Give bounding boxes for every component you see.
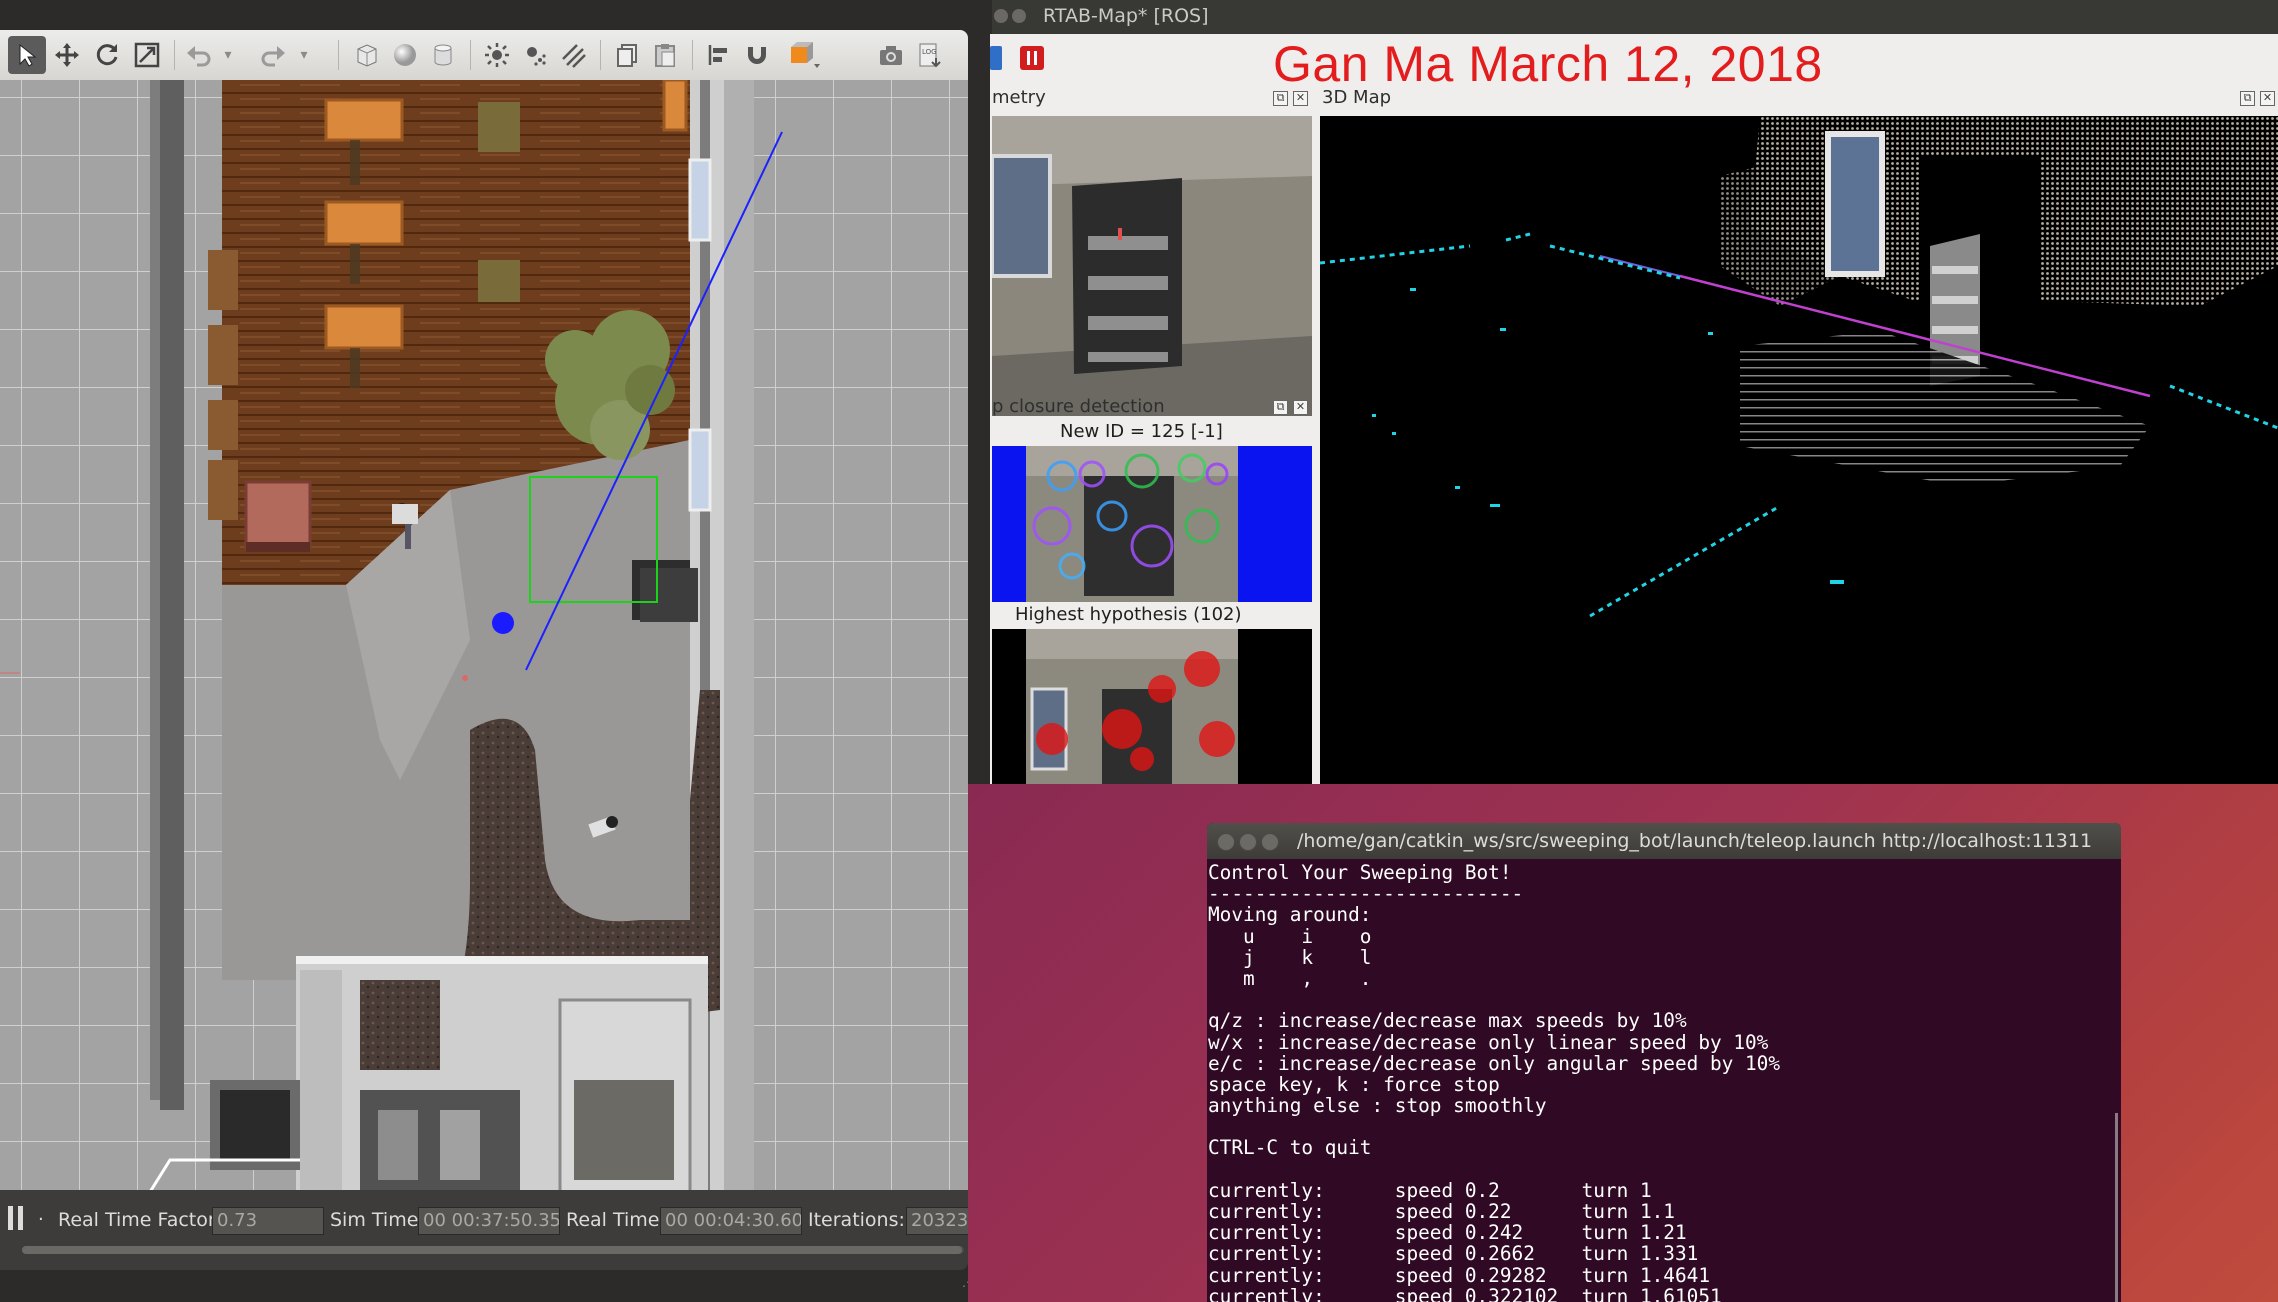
svg-text:LOG: LOG (922, 48, 937, 56)
hypothesis-label: Highest hypothesis (102) (1015, 604, 1242, 625)
overlay-title: Gan Ma March 12, 2018 (1273, 36, 1823, 92)
loop-closure-dock-title: p closure detection (992, 396, 1165, 417)
new-id-label: New ID = 125 [-1] (1060, 421, 1223, 442)
terminal-line: Control Your Sweeping Bot! (1208, 861, 1512, 884)
terminal-title-bar: /home/gan/catkin_ws/src/sweeping_bot/lau… (1207, 823, 2121, 859)
loop-closure-hypothesis-image (992, 629, 1312, 784)
minimize-icon[interactable] (1239, 833, 1257, 851)
dock-float-icon[interactable]: ⧉ (1273, 400, 1288, 415)
select-arrow-icon[interactable] (8, 36, 46, 74)
terminal-line: e/c : increase/decrease only angular spe… (1208, 1051, 1781, 1075)
rtab-main-window: Gan Ma March 12, 2018 metry ⧉ ✕ p closur… (990, 34, 2278, 784)
pause-icon[interactable] (1020, 46, 1044, 70)
sim-time-value: 00 00:37:50.351 (418, 1207, 560, 1235)
pause-button[interactable] (8, 1206, 26, 1230)
terminal-line: space key, k : force stop (1208, 1072, 1500, 1096)
sim-time-label: Sim Time: (330, 1209, 425, 1231)
maximize-icon[interactable] (1261, 833, 1279, 851)
terminal-line: u i o (1208, 924, 1372, 948)
terminal-line: currently: speed 0.22 turn 1.1 (1208, 1200, 1675, 1223)
terminal-line: currently: speed 0.2 turn 1 (1208, 1178, 1652, 1202)
terminal-line: Moving around: (1208, 903, 1372, 927)
snap-magnet-icon[interactable] (738, 36, 776, 74)
spot-light-icon[interactable] (516, 36, 554, 74)
translate-arrows-icon[interactable] (48, 36, 86, 74)
iterations-value: 20323( (906, 1207, 968, 1235)
dock-float-icon[interactable]: ⧉ (2240, 91, 2255, 106)
terminal-window[interactable]: /home/gan/catkin_ws/src/sweeping_bot/lau… (1207, 823, 2121, 1302)
dock-close-icon[interactable]: ✕ (2260, 91, 2275, 106)
dock-close-icon[interactable]: ✕ (1293, 91, 1308, 106)
camera-icon[interactable] (872, 36, 910, 74)
log-icon[interactable]: LOG (910, 36, 948, 74)
gazebo-3d-viewport[interactable] (0, 80, 968, 1240)
cylinder-shape-icon[interactable] (424, 36, 462, 74)
redo-dropdown-icon[interactable]: ▾ (296, 36, 312, 74)
terminal-line: CTRL-C to quit (1208, 1136, 1372, 1160)
box-shape-icon[interactable] (348, 36, 386, 74)
scale-icon[interactable] (128, 36, 166, 74)
rtab-window-title: RTAB-Map* [ROS] (1043, 5, 1209, 27)
dock-close-icon[interactable]: ✕ (1293, 400, 1308, 415)
odometry-dock-title: metry (992, 87, 1046, 108)
sphere-shape-icon[interactable] (386, 36, 424, 74)
paste-icon[interactable] (646, 36, 684, 74)
point-light-icon[interactable] (478, 36, 516, 74)
dock-float-icon[interactable]: ⧉ (1273, 91, 1288, 106)
odometry-view (990, 116, 1312, 416)
window-min-icon[interactable] (1012, 9, 1026, 23)
gazebo-toolbar: ▾ ▾ LOG (0, 30, 968, 81)
step-indicator[interactable]: . (38, 1204, 44, 1225)
terminal-output[interactable]: Control Your Sweeping Bot! -------------… (1207, 859, 2121, 1302)
real-time-label: Real Time: (566, 1209, 666, 1231)
terminal-line: currently: speed 0.242 turn 1.21 (1208, 1221, 1687, 1245)
terminal-line: w/x : increase/decrease only linear spee… (1208, 1030, 1769, 1054)
map3d-view[interactable] (1319, 116, 2278, 784)
undo-dropdown-icon[interactable]: ▾ (220, 36, 236, 74)
terminal-line: anything else : stop smoothly (1208, 1094, 1547, 1118)
terminal-line: currently: speed 0.2662 turn 1.331 (1208, 1242, 1699, 1266)
terminal-line: currently: speed 0.29282 turn 1.4641 (1208, 1263, 1710, 1287)
gazebo-window: ▾ ▾ LOG . Real Time Factor: 0.73 Sim Tim… (0, 30, 968, 1270)
window-close-icon[interactable] (994, 9, 1008, 23)
terminal-scrollbar[interactable] (2115, 1113, 2118, 1302)
rtab-title-bar: RTAB-Map* [ROS] (992, 0, 2278, 34)
map3d-dock-title: 3D Map (1322, 87, 1392, 108)
toolbar-icon[interactable] (990, 46, 1002, 70)
terminal-line: m , . (1208, 966, 1372, 990)
rotate-icon[interactable] (88, 36, 126, 74)
real-time-factor-label: Real Time Factor: (58, 1209, 222, 1231)
terminal-title: /home/gan/catkin_ws/src/sweeping_bot/lau… (1297, 830, 2093, 852)
real-time-factor-value: 0.73 (212, 1207, 324, 1235)
horizontal-scrollbar[interactable] (22, 1246, 964, 1254)
align-icon[interactable] (700, 36, 738, 74)
copy-icon[interactable] (608, 36, 646, 74)
terminal-line: currently: speed 0.322102 turn 1.61051 (1208, 1284, 1722, 1302)
undo-icon[interactable] (180, 36, 218, 74)
loop-closure-new-image (992, 446, 1312, 602)
terminal-line: j k l (1208, 945, 1372, 969)
color-cube-icon[interactable] (786, 36, 824, 74)
terminal-line: --------------------------- (1208, 882, 1524, 906)
terminal-line: q/z : increase/decrease max speeds by 10… (1208, 1009, 1687, 1033)
real-time-value: 00 00:04:30.606 (660, 1207, 802, 1235)
iterations-label: Iterations: (808, 1209, 905, 1231)
redo-icon[interactable] (254, 36, 292, 74)
directional-light-icon[interactable] (554, 36, 592, 74)
gazebo-status-bar: . Real Time Factor: 0.73 Sim Time: 00 00… (0, 1190, 968, 1270)
close-icon[interactable] (1217, 833, 1235, 851)
